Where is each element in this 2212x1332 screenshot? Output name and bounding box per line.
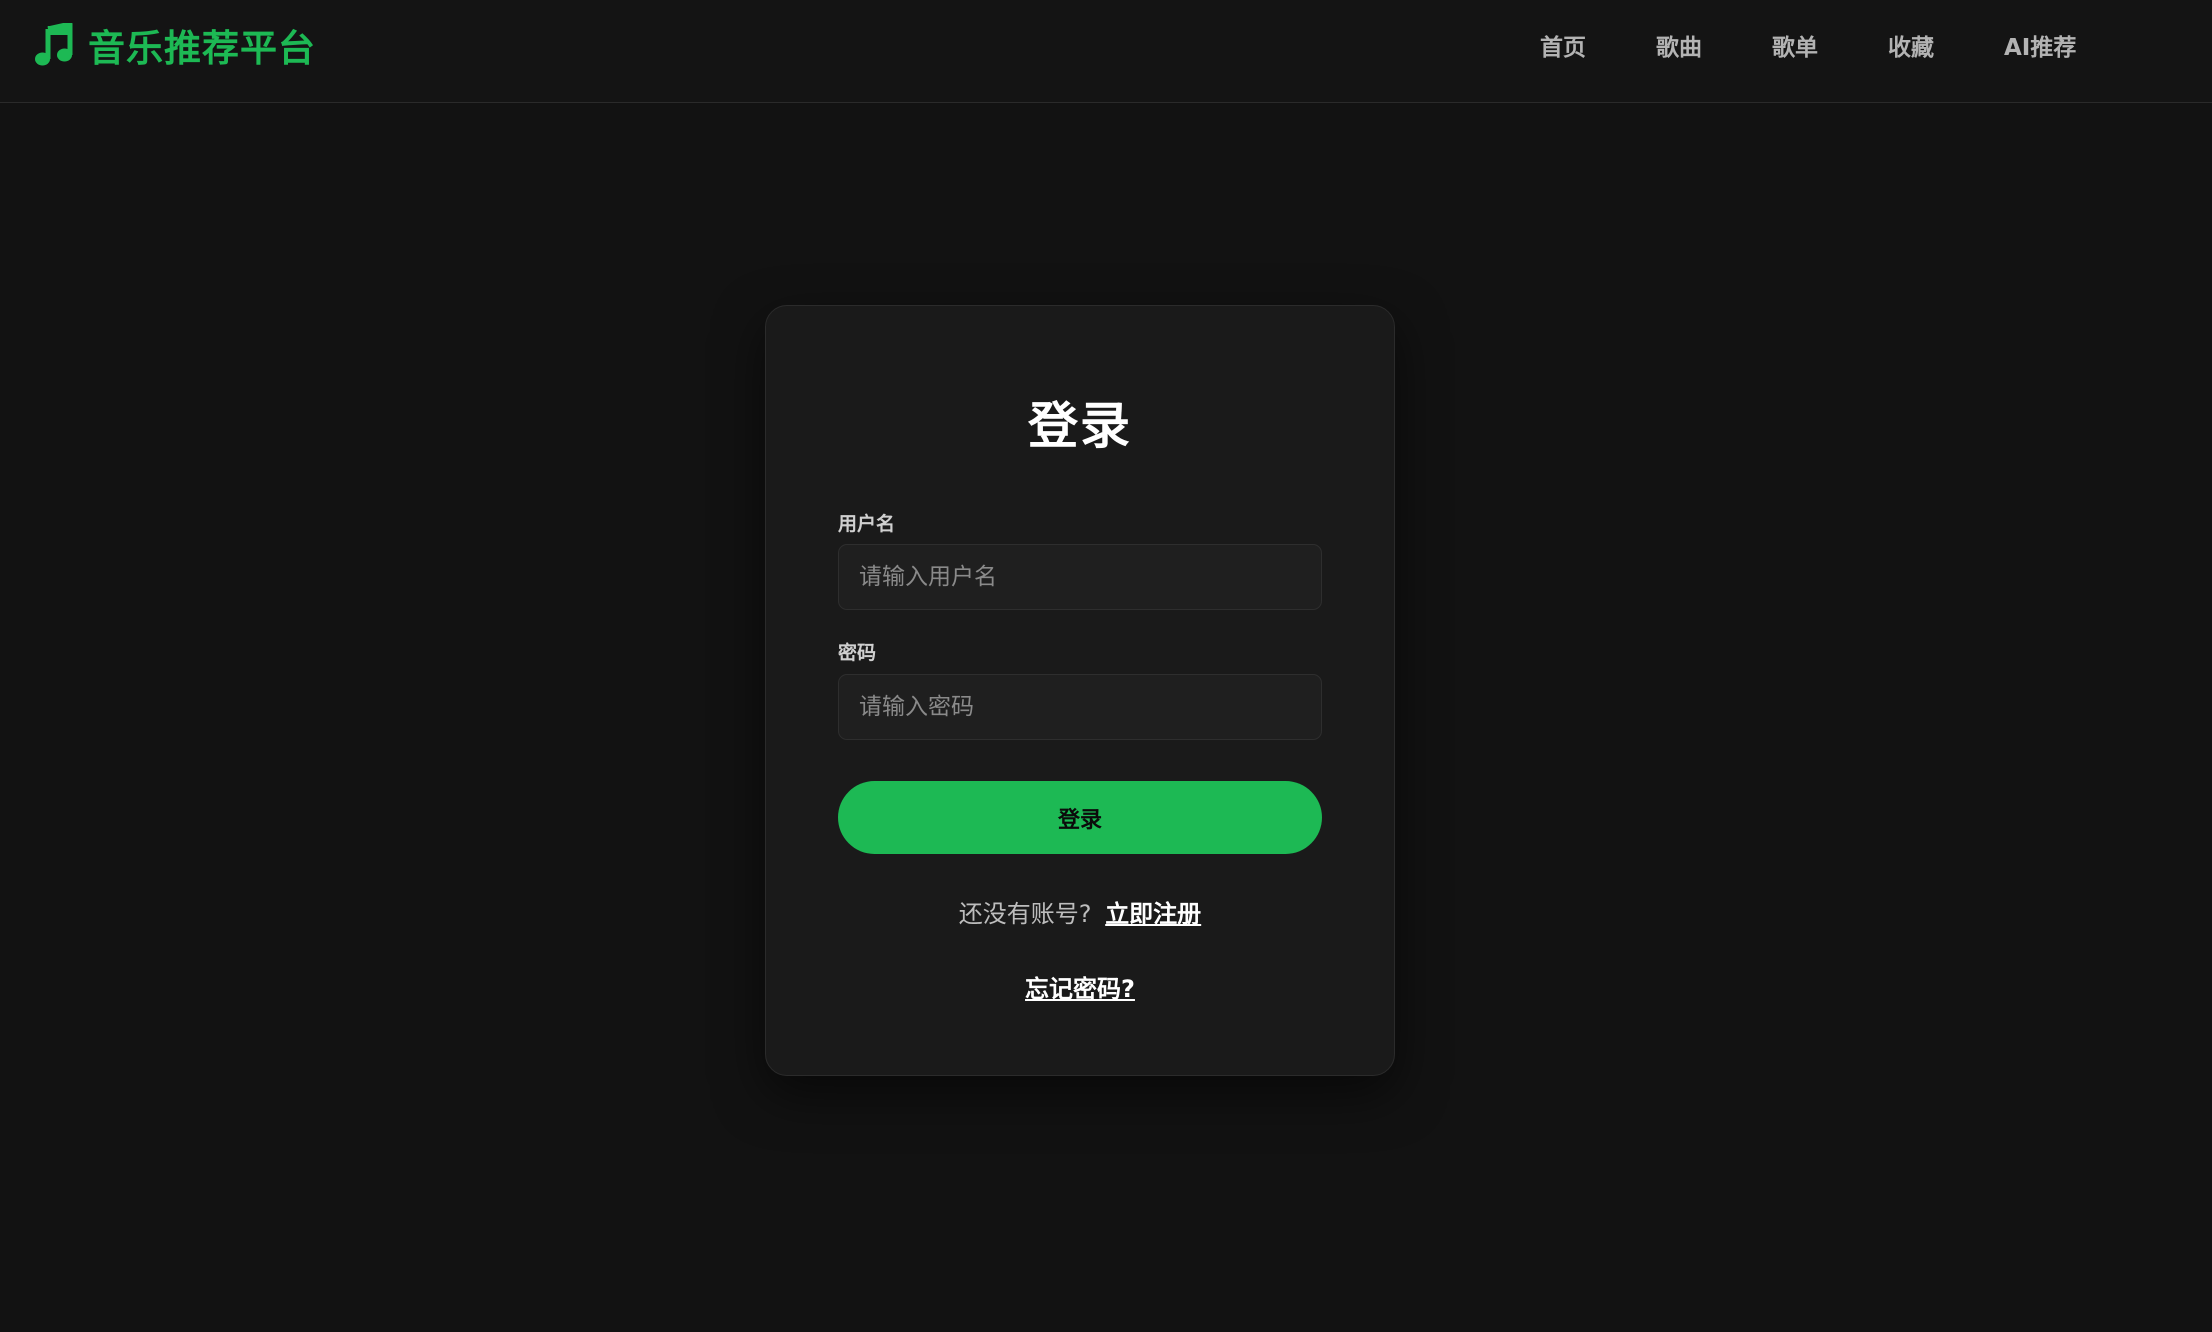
top-navbar: 音乐推荐平台 首页 歌曲 歌单 收藏 AI推荐	[0, 0, 2212, 103]
no-account-text: 还没有账号?	[958, 900, 1092, 928]
password-label: 密码	[838, 642, 877, 664]
nav-item-favorites[interactable]: 收藏	[1888, 28, 1934, 62]
nav-item-ai-recommend[interactable]: AI推荐	[2004, 28, 2076, 62]
username-label: 用户名	[838, 513, 896, 535]
login-title: 登录	[1028, 397, 1132, 455]
nav-item-playlists[interactable]: 歌单	[1772, 28, 1818, 62]
login-button[interactable]: 登录	[838, 781, 1322, 854]
login-card: 登录 用户名 密码 登录 还没有账号? 立即注册 忘记密码?	[765, 305, 1395, 1076]
forgot-password-row: 忘记密码?	[766, 969, 1394, 1004]
nav-item-home[interactable]: 首页	[1540, 28, 1586, 62]
forgot-password-link[interactable]: 忘记密码?	[1025, 975, 1135, 1003]
register-prompt: 还没有账号? 立即注册	[766, 894, 1394, 929]
main-nav: 首页 歌曲 歌单 收藏 AI推荐	[1540, 24, 2076, 66]
brand-title: 音乐推荐平台	[88, 27, 316, 70]
password-input[interactable]	[838, 674, 1322, 740]
username-input[interactable]	[838, 544, 1322, 610]
brand-logo-link[interactable]: 音乐推荐平台	[34, 20, 316, 70]
music-note-icon	[34, 23, 74, 67]
register-link[interactable]: 立即注册	[1105, 900, 1201, 928]
nav-item-songs[interactable]: 歌曲	[1656, 28, 1702, 62]
